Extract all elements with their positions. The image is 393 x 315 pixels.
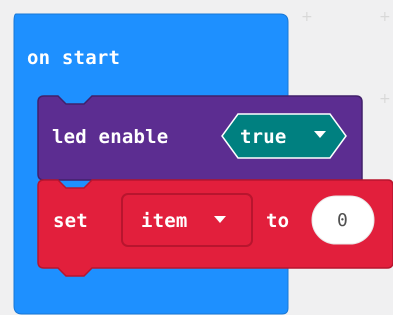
on-start-label: on start: [27, 47, 121, 69]
item-variable-label: item: [141, 210, 188, 232]
to-label: to: [266, 210, 290, 232]
blocks-workspace[interactable]: + + + on start led enable true set item …: [0, 0, 393, 315]
true-value-label: true: [240, 126, 287, 148]
led-enable-label: led enable: [52, 126, 169, 148]
caret-down-icon[interactable]: [214, 216, 226, 223]
caret-down-icon[interactable]: [314, 131, 326, 138]
number-value-label: 0: [337, 210, 348, 231]
set-label: set: [53, 210, 88, 232]
